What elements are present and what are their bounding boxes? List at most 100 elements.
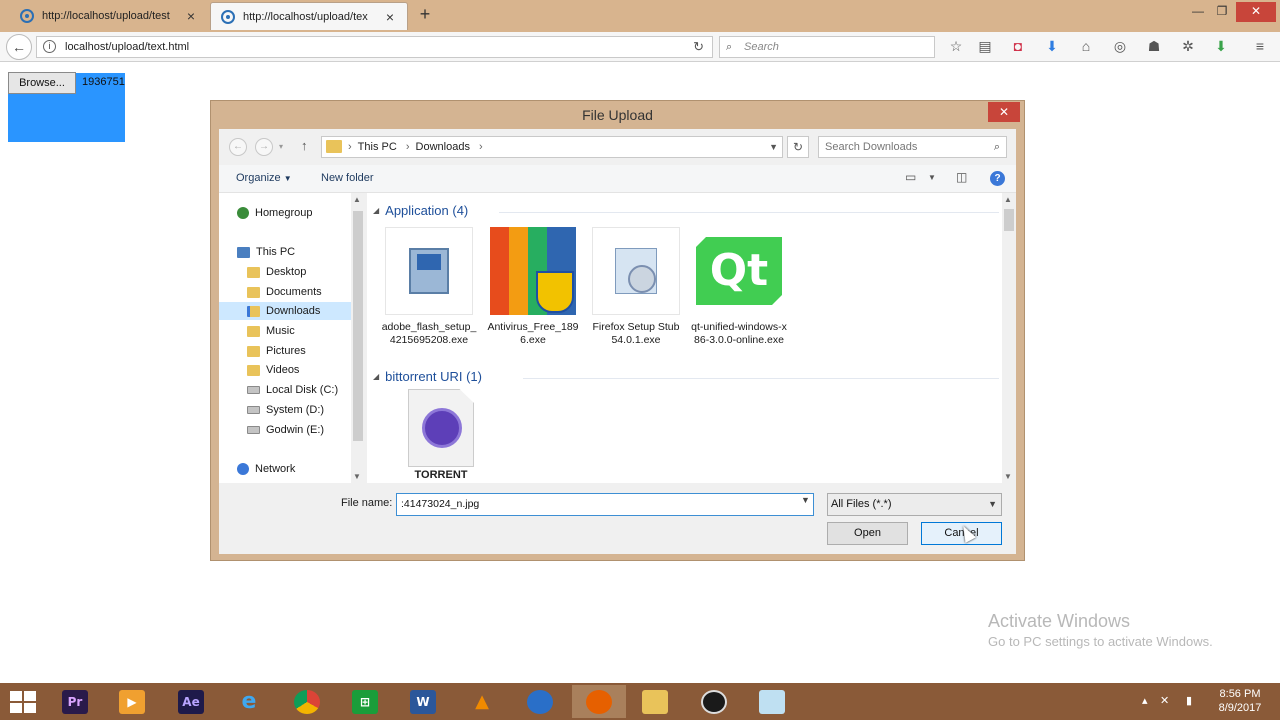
chevron-down-icon[interactable]: ▼: [769, 137, 778, 157]
preview-pane-icon[interactable]: ◫: [956, 170, 967, 184]
nav-item-videos[interactable]: Videos: [247, 361, 299, 379]
file-type-label: TORRENT: [414, 469, 468, 481]
star-icon[interactable]: ☆: [946, 36, 966, 56]
file-item-qt-installer[interactable]: Qt qt-unified-windows-x86-3.0.0-online.e…: [691, 227, 787, 347]
reload-icon[interactable]: ↻: [693, 37, 704, 57]
refresh-icon[interactable]: ↻: [787, 136, 809, 158]
word-icon[interactable]: W: [396, 685, 450, 718]
url-bar[interactable]: i localhost/upload/text.html ↻: [36, 36, 713, 58]
folder-icon: [247, 325, 260, 337]
browse-button[interactable]: Browse...: [8, 72, 76, 94]
file-explorer-icon[interactable]: [628, 685, 682, 718]
nav-item-this-pc[interactable]: This PC: [237, 243, 295, 261]
unknown-blue-icon[interactable]: [513, 685, 567, 718]
help-icon[interactable]: ?: [990, 171, 1005, 186]
tray-expand-icon[interactable]: ▴: [1142, 694, 1148, 707]
chrome-icon[interactable]: [280, 685, 334, 718]
scrollbar-thumb[interactable]: [353, 211, 363, 441]
nav-item-downloads[interactable]: Downloads: [219, 302, 351, 320]
network-tray-icon[interactable]: ✕: [1160, 694, 1169, 707]
nav-item-godwin-drive[interactable]: Godwin (E:): [247, 421, 324, 439]
premiere-icon[interactable]: Pr: [48, 685, 102, 718]
nav-item-music[interactable]: Music: [247, 322, 295, 340]
sync-icon[interactable]: ◎: [1110, 36, 1130, 56]
scrollbar-thumb[interactable]: [1004, 209, 1014, 231]
forward-arrow-icon[interactable]: →: [255, 138, 273, 156]
group-header-application[interactable]: ◢ Application (4): [373, 203, 468, 218]
view-options-icon[interactable]: ▭: [905, 170, 916, 184]
search-icon: ⌕: [993, 141, 1000, 153]
vlc-player-icon[interactable]: ▶: [105, 685, 159, 718]
file-type-select[interactable]: All Files (*.*) ▼: [827, 493, 1002, 516]
address-bar[interactable]: › This PC › Downloads › ▼: [321, 136, 783, 158]
scroll-up-icon[interactable]: ▲: [353, 195, 361, 204]
up-arrow-icon[interactable]: ↑: [301, 138, 308, 153]
system-clock[interactable]: 8:56 PM 8/9/2017: [1208, 687, 1272, 715]
after-effects-icon[interactable]: Ae: [164, 685, 218, 718]
nav-item-documents[interactable]: Documents: [247, 283, 322, 301]
scroll-down-icon[interactable]: ▼: [1004, 472, 1012, 481]
recent-dropdown-icon[interactable]: ▾: [279, 142, 283, 151]
new-folder-button[interactable]: New folder: [321, 172, 374, 184]
back-arrow-icon[interactable]: ←: [229, 138, 247, 156]
search-downloads-placeholder: Search Downloads: [825, 141, 918, 153]
collapse-caret-icon[interactable]: ◢: [373, 206, 379, 215]
search-downloads-input[interactable]: Search Downloads ⌕: [818, 136, 1007, 158]
vlc-icon[interactable]: ▲: [455, 685, 509, 718]
chevron-down-icon[interactable]: ▼: [988, 494, 997, 515]
menu-icon[interactable]: ≡: [1250, 36, 1270, 56]
file-item-antivirus[interactable]: Antivirus_Free_1896.exe: [485, 227, 581, 347]
breadcrumb-this-pc[interactable]: This PC: [358, 141, 397, 153]
chevron-down-icon[interactable]: ▼: [801, 495, 810, 505]
nav-item-network[interactable]: Network: [237, 460, 295, 478]
addon-icon[interactable]: ☗: [1144, 36, 1164, 56]
new-tab-button[interactable]: +: [414, 4, 436, 25]
file-name-input[interactable]: :41473024_n.jpg: [396, 493, 814, 516]
activation-watermark-title: Activate Windows: [988, 611, 1131, 631]
organize-button[interactable]: Organize ▼: [236, 172, 292, 184]
pocket-icon[interactable]: ◘: [1008, 36, 1028, 56]
nav-item-system-drive[interactable]: System (D:): [247, 401, 324, 419]
notepad-icon[interactable]: [745, 685, 799, 718]
file-thumbnail: [385, 227, 473, 315]
tab-upload-test[interactable]: http://localhost/upload/test ×: [10, 2, 208, 30]
back-button[interactable]: ←: [6, 34, 32, 60]
breadcrumb-downloads[interactable]: Downloads: [416, 141, 470, 153]
search-input[interactable]: ⌕ Search: [719, 36, 935, 58]
store-icon[interactable]: ⊞: [338, 685, 392, 718]
obs-icon[interactable]: [687, 685, 741, 718]
nav-item-pictures[interactable]: Pictures: [247, 342, 306, 360]
reading-list-icon[interactable]: ▤: [975, 36, 995, 56]
nav-pane-scrollbar[interactable]: ▲ ▼: [351, 193, 365, 483]
file-item-adobe-flash[interactable]: adobe_flash_setup_4215695208.exe: [381, 227, 477, 347]
window-close-button[interactable]: ✕: [1236, 2, 1276, 22]
file-name: qt-unified-windows-x86-3.0.0-online.exe: [691, 321, 787, 346]
nav-item-desktop[interactable]: Desktop: [247, 263, 306, 281]
tab-close-icon[interactable]: ×: [383, 9, 397, 25]
nav-item-local-disk[interactable]: Local Disk (C:): [247, 381, 338, 399]
scroll-down-icon[interactable]: ▼: [353, 472, 361, 481]
collapse-caret-icon[interactable]: ◢: [373, 372, 379, 381]
open-button[interactable]: Open: [827, 522, 908, 545]
bug-icon[interactable]: ✲: [1178, 36, 1198, 56]
battery-icon[interactable]: ▮: [1186, 694, 1192, 707]
dialog-close-button[interactable]: ✕: [988, 102, 1020, 122]
scroll-up-icon[interactable]: ▲: [1004, 195, 1012, 204]
network-icon: [237, 463, 249, 475]
file-item-firefox-setup[interactable]: Firefox Setup Stub 54.0.1.exe: [588, 227, 684, 347]
group-header-bittorrent[interactable]: ◢ bittorrent URI (1): [373, 369, 482, 384]
tab-upload-text[interactable]: http://localhost/upload/tex ×: [210, 2, 408, 30]
file-item-torrent[interactable]: TORRENT: [401, 389, 481, 482]
info-icon[interactable]: i: [43, 40, 56, 53]
download-icon[interactable]: ⬇: [1042, 36, 1062, 56]
nav-item-homegroup[interactable]: Homegroup: [237, 204, 312, 222]
file-list-scrollbar[interactable]: ▲ ▼: [1002, 193, 1016, 483]
home-icon[interactable]: ⌂: [1076, 36, 1096, 56]
firefox-icon[interactable]: [572, 685, 626, 718]
green-download-icon[interactable]: ⬇: [1211, 36, 1231, 56]
chevron-down-icon[interactable]: ▼: [928, 173, 936, 182]
tab-close-icon[interactable]: ×: [184, 8, 198, 24]
start-button[interactable]: [10, 691, 36, 713]
restore-button[interactable]: ❐: [1208, 2, 1236, 22]
internet-explorer-icon[interactable]: e: [222, 685, 276, 718]
